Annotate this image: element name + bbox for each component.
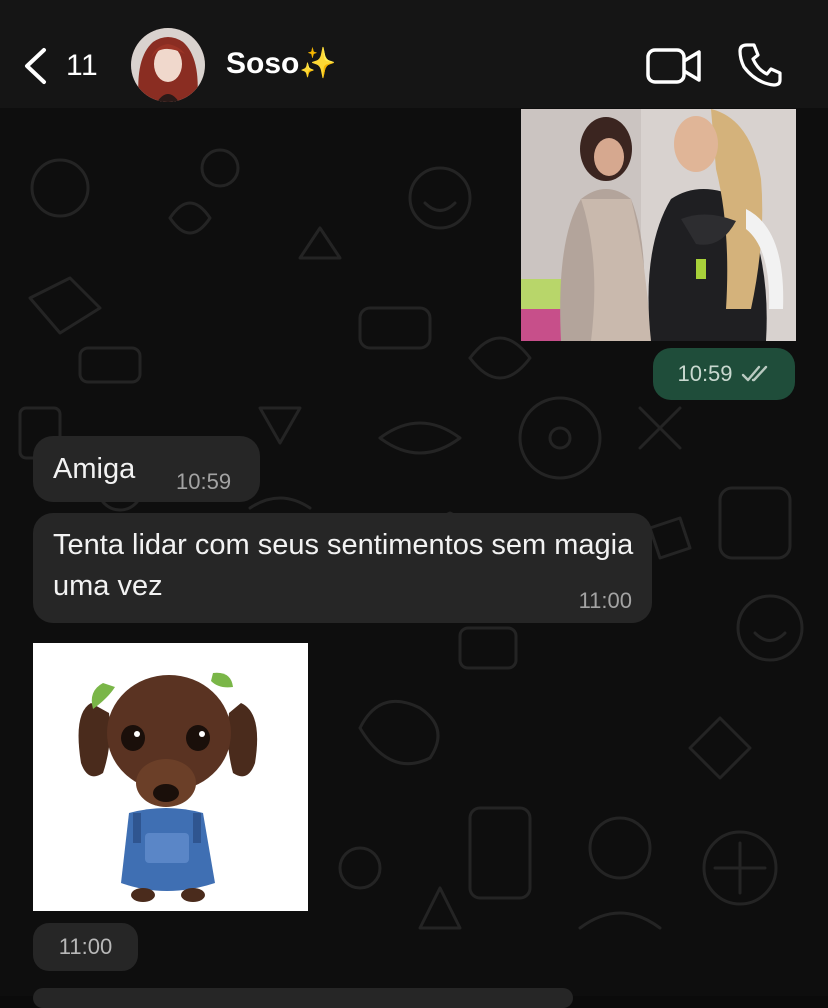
- contact-name[interactable]: Soso✨: [226, 44, 337, 84]
- message-text: Tenta lidar com seus sentimentos sem mag…: [53, 529, 634, 602]
- outgoing-image-message[interactable]: [521, 109, 796, 341]
- message-time: 10:59: [677, 361, 733, 386]
- message-time: 11:00: [58, 934, 113, 959]
- contact-name-text: Soso: [226, 47, 300, 80]
- chat-header: 11 Soso✨: [0, 0, 828, 108]
- outgoing-image-timestamp: 10:59: [653, 348, 795, 400]
- back-button[interactable]: 11: [22, 44, 98, 88]
- video-camera-icon: [646, 48, 701, 84]
- unread-count: 11: [66, 49, 99, 82]
- double-check-read-icon: [741, 365, 767, 382]
- avatar-photo: [131, 28, 205, 102]
- chevron-left-icon: [25, 48, 46, 84]
- incoming-message-bubble[interactable]: Amiga 10:59: [33, 436, 260, 502]
- incoming-sticker-message[interactable]: [33, 643, 308, 911]
- message-time: 10:59: [176, 469, 232, 494]
- message-time: 11:00: [578, 588, 632, 613]
- sparkles-emoji: ✨: [299, 47, 337, 80]
- incoming-sticker-timestamp: 11:00: [33, 923, 138, 971]
- video-call-button[interactable]: [646, 46, 702, 86]
- message-text: Amiga: [53, 453, 136, 485]
- dachshund-sticker-image: [33, 643, 308, 911]
- phone-icon: [738, 43, 782, 87]
- voice-call-button[interactable]: [738, 42, 782, 88]
- incoming-message-bubble[interactable]: Tenta lidar com seus sentimentos sem mag…: [33, 513, 652, 623]
- photo-image: [521, 109, 796, 341]
- contact-avatar[interactable]: [131, 28, 205, 102]
- partially-visible-message-bubble[interactable]: [33, 988, 573, 1008]
